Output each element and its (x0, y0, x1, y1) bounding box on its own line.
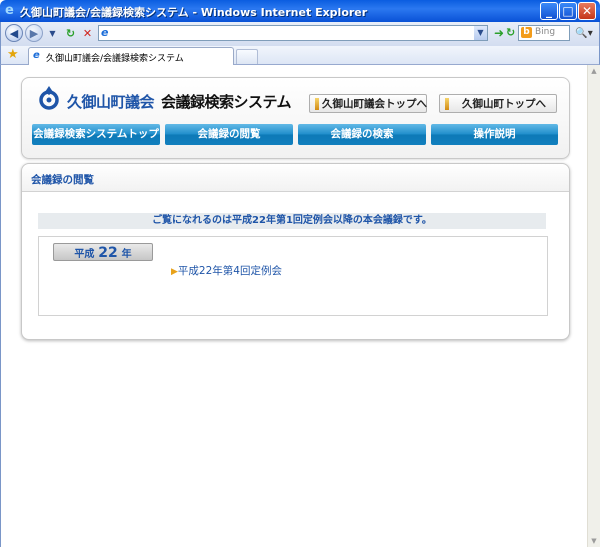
era-prefix: 平成 (74, 249, 95, 260)
new-tab-button[interactable] (236, 49, 258, 64)
refresh-small-icon[interactable]: ↻ (506, 26, 518, 40)
town-top-label: 久御山町トップへ (462, 98, 546, 110)
council-top-link[interactable]: 久御山町議会トップへ (309, 94, 427, 113)
notice-banner: ご覧になれるのは平成22年第1回定例会以降の本会議録です。 (38, 213, 546, 229)
nav-browse[interactable]: 会議録の閲覧 (165, 124, 293, 145)
forward-icon[interactable]: ▶ (25, 24, 43, 42)
tab-page-icon: e (33, 50, 40, 61)
tab-label: 久御山町議会/会議録検索システム (46, 54, 184, 64)
title-bar: e 久御山町議会/会議録検索システム - Windows Internet Ex… (0, 0, 600, 22)
nav-help[interactable]: 操作説明 (431, 124, 558, 145)
window-title: 久御山町議会/会議録検索システム - Windows Internet Expl… (20, 6, 368, 19)
header-panel: 久御山町議会 会議録検索システム 久御山町議会トップへ 久御山町トップへ 会議録… (21, 77, 570, 159)
link-marker-icon (315, 98, 319, 110)
address-dropdown-icon[interactable]: ▼ (474, 26, 487, 40)
scroll-up-icon[interactable]: ▲ (588, 65, 600, 77)
nav-search[interactable]: 会議録の検索 (298, 124, 426, 145)
go-icon[interactable]: ➜ (492, 26, 506, 40)
council-top-label: 久御山町議会トップへ (322, 98, 427, 110)
address-bar[interactable]: e ▼ (98, 25, 488, 41)
nav-system-top[interactable]: 会議録検索システムトップ (32, 124, 160, 145)
favorites-star-icon[interactable]: ★ (7, 48, 19, 62)
page-icon: e (101, 26, 109, 39)
scroll-down-icon[interactable]: ▼ (588, 535, 600, 547)
search-placeholder: Bing (535, 27, 556, 37)
search-box[interactable]: b Bing (518, 25, 570, 41)
close-button[interactable]: ✕ (578, 2, 596, 20)
stop-icon[interactable]: ✕ (80, 26, 95, 41)
section-title: 会議録の閲覧 (31, 174, 94, 186)
page-viewport: 久御山町議会 会議録検索システム 久御山町議会トップへ 久御山町トップへ 会議録… (0, 65, 587, 547)
town-top-link[interactable]: 久御山町トップへ (439, 94, 557, 113)
era-badge: 平成 22 年 (53, 243, 153, 261)
session-label: 平成22年第4回定例会 (177, 265, 282, 277)
system-name: 会議録検索システム (161, 93, 292, 111)
back-icon[interactable]: ◀ (5, 24, 23, 42)
town-emblem-icon (39, 86, 59, 110)
era-number: 22 (98, 245, 118, 261)
link-marker-icon (445, 98, 449, 110)
section-header: 会議録の閲覧 (22, 164, 569, 192)
site-name: 久御山町議会 (67, 93, 155, 111)
ie-icon: e (5, 3, 14, 18)
minimize-button[interactable]: _ (540, 2, 558, 20)
era-suffix: 年 (121, 249, 132, 260)
main-panel: 会議録の閲覧 ご覧になれるのは平成22年第1回定例会以降の本会議録です。 平成 … (21, 163, 570, 340)
favorites-bar: ★ e 久御山町議会/会議録検索システム (0, 46, 600, 65)
minutes-list: 平成 22 年 ▶平成22年第4回定例会 (38, 236, 548, 316)
browser-navigation-bar: ◀ ▶ ▼ ↻ ✕ e ▼ ➜ ↻ b Bing 🔍▾ (0, 22, 600, 46)
bing-icon: b (521, 27, 532, 38)
browser-tab[interactable]: e 久御山町議会/会議録検索システム (28, 47, 234, 65)
history-dropdown-icon[interactable]: ▼ (45, 26, 60, 41)
search-button[interactable]: 🔍▾ (571, 26, 597, 41)
maximize-button[interactable]: □ (559, 2, 577, 20)
refresh-icon[interactable]: ↻ (63, 26, 78, 41)
session-link[interactable]: ▶平成22年第4回定例会 (171, 263, 282, 278)
vertical-scrollbar[interactable]: ▲ ▼ (587, 65, 600, 547)
triangle-bullet-icon: ▶ (171, 267, 178, 277)
